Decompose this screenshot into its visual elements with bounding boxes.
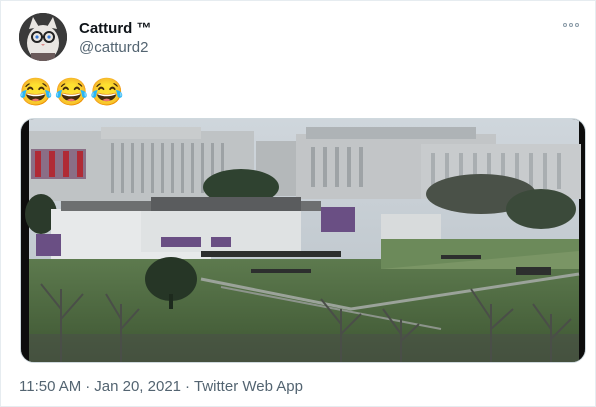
cat-avatar-icon — [19, 13, 67, 61]
meta-separator: · — [85, 378, 91, 395]
more-icon-dot — [569, 23, 573, 27]
user-handle[interactable]: @catturd2 — [79, 39, 148, 57]
tweet-date[interactable]: Jan 20, 2021 — [94, 378, 181, 395]
avatar[interactable] — [19, 13, 67, 61]
capitol-inauguration-photo — [21, 119, 585, 362]
meta-separator: · — [185, 378, 191, 395]
tweet-card: Catturd ™ @catturd2 😂😂😂 11:50 AM · Jan 2… — [0, 0, 596, 407]
tweet-meta: 11:50 AM · Jan 20, 2021 · Twitter Web App — [19, 378, 303, 396]
tweet-text: 😂😂😂 — [19, 77, 126, 107]
tweet-time[interactable]: 11:50 AM — [19, 378, 81, 395]
tweet-media-photo[interactable] — [20, 118, 586, 363]
more-icon-dot — [563, 23, 567, 27]
display-name[interactable]: Catturd ™ — [79, 20, 152, 38]
tweet-source-app[interactable]: Twitter Web App — [194, 378, 303, 395]
more-icon-dot — [575, 23, 579, 27]
more-options-button[interactable] — [561, 18, 581, 32]
